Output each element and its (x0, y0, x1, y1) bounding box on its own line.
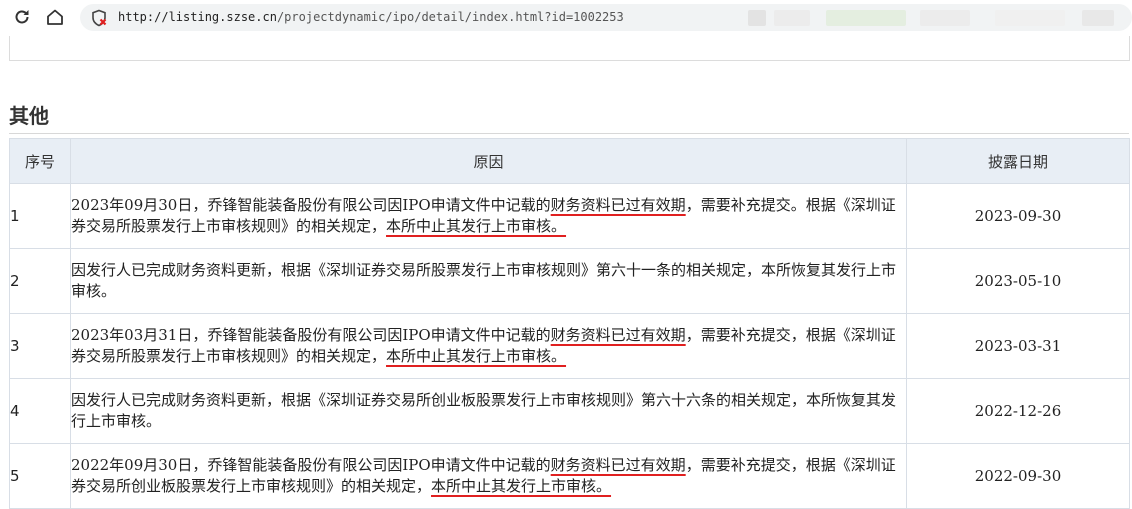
header-date: 披露日期 (906, 138, 1130, 184)
url-text: http://listing.szse.cn/projectdynamic/ip… (118, 10, 624, 24)
row-num: 4 (9, 378, 71, 444)
row-reason: 2022年09月30日，乔锋智能装备股份有限公司因IPO申请文件中记载的财务资料… (70, 443, 907, 509)
highlight-suspended: 本所中止其发行上市审核。 (431, 477, 612, 495)
row-date: 2023-09-30 (906, 183, 1130, 249)
row-date: 2022-09-30 (906, 443, 1130, 509)
blurred-extension-icon (748, 10, 766, 26)
not-secure-icon[interactable] (90, 9, 108, 27)
row-date: 2023-03-31 (906, 313, 1130, 379)
row-num: 1 (9, 183, 71, 249)
header-reason: 原因 (70, 138, 907, 184)
highlight-suspended: 本所中止其发行上市审核。 (386, 217, 567, 235)
table-row: 2 因发行人已完成财务资料更新，根据《深圳证券交易所股票发行上市审核规则》第六十… (9, 248, 1130, 314)
blurred-extension-icon (774, 10, 810, 26)
blurred-extension-icon (826, 10, 906, 26)
table-row: 3 2023年03月31日，乔锋智能装备股份有限公司因IPO申请文件中记载的财务… (9, 313, 1130, 379)
blurred-extension-icon (995, 10, 1065, 26)
row-date: 2022-12-26 (906, 378, 1130, 444)
row-num: 3 (9, 313, 71, 379)
row-reason: 2023年03月31日，乔锋智能装备股份有限公司因IPO申请文件中记载的财务资料… (70, 313, 907, 379)
row-date: 2023-05-10 (906, 248, 1130, 314)
highlight-expired: 财务资料已过有效期 (550, 196, 686, 214)
browser-toolbar: http://listing.szse.cn/projectdynamic/ip… (0, 0, 1132, 34)
other-events-table: 序号 原因 披露日期 1 2023年09月30日，乔锋智能装备股份有限公司因IP… (9, 138, 1130, 509)
reload-icon[interactable] (12, 7, 32, 27)
row-num: 5 (9, 443, 71, 509)
row-num: 2 (9, 248, 71, 314)
row-reason: 因发行人已完成财务资料更新，根据《深圳证券交易所股票发行上市审核规则》第六十一条… (70, 248, 907, 314)
table-row: 1 2023年09月30日，乔锋智能装备股份有限公司因IPO申请文件中记载的财务… (9, 183, 1130, 249)
address-bar[interactable]: http://listing.szse.cn/projectdynamic/ip… (80, 4, 1132, 31)
table-row: 5 2022年09月30日，乔锋智能装备股份有限公司因IPO申请文件中记载的财务… (9, 443, 1130, 509)
highlight-expired: 财务资料已过有效期 (550, 326, 686, 344)
section-divider (9, 133, 1129, 134)
section-title: 其他 (9, 104, 49, 128)
blurred-extension-icon (1082, 10, 1114, 26)
row-reason: 2023年09月30日，乔锋智能装备股份有限公司因IPO申请文件中记载的财务资料… (70, 183, 907, 249)
header-num: 序号 (9, 138, 71, 184)
home-icon[interactable] (45, 7, 65, 27)
table-header-row: 序号 原因 披露日期 (9, 138, 1130, 184)
highlight-expired: 财务资料已过有效期 (550, 456, 686, 474)
blurred-extension-icon (920, 10, 970, 26)
row-reason: 因发行人已完成财务资料更新，根据《深圳证券交易所创业板股票发行上市审核规则》第六… (70, 378, 907, 444)
previous-section-panel (9, 36, 1130, 61)
highlight-suspended: 本所中止其发行上市审核。 (386, 347, 567, 365)
table-row: 4 因发行人已完成财务资料更新，根据《深圳证券交易所创业板股票发行上市审核规则》… (9, 378, 1130, 444)
